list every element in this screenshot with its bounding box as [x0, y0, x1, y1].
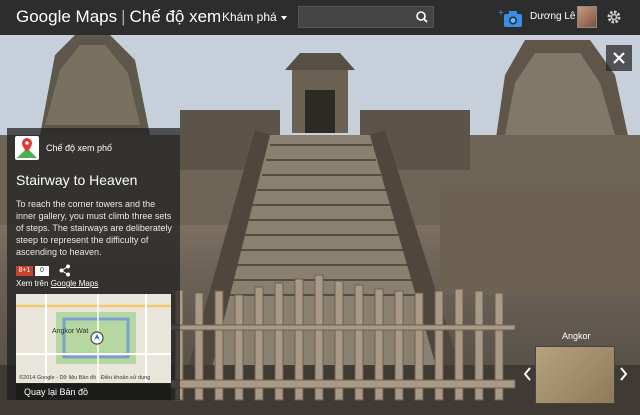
- thumbnail-label: Angkor: [562, 331, 591, 341]
- place-description: To reach the corner towers and the inner…: [16, 199, 172, 257]
- share-button[interactable]: [59, 264, 71, 277]
- place-title: Stairway to Heaven: [16, 172, 138, 188]
- user-name[interactable]: Dương Lê: [530, 11, 576, 22]
- mini-map[interactable]: Angkor Wat ©2014 Google - Dữ liệu Bản đồ…: [16, 294, 171, 383]
- view-on-prefix: Xem trên: [16, 279, 49, 288]
- close-button[interactable]: [606, 45, 632, 71]
- mini-map-graphic: [16, 294, 171, 383]
- next-thumbnail-button[interactable]: [619, 366, 629, 382]
- info-panel: Chế độ xem phố Stairway to Heaven To rea…: [7, 128, 180, 400]
- view-mode-label: Chế độ xem: [129, 7, 222, 26]
- explore-label: Khám phá: [222, 10, 277, 24]
- google-maps-link[interactable]: Google Maps: [51, 279, 99, 288]
- share-icon: [59, 264, 70, 277]
- gplus-button[interactable]: 8+1: [16, 266, 33, 276]
- add-photo-icon: +: [498, 8, 522, 27]
- map-place-label: Angkor Wat: [52, 328, 89, 335]
- view-on-google-maps: Xem trên Google Maps: [16, 279, 98, 288]
- explore-menu[interactable]: Khám phá: [222, 10, 287, 24]
- logo-separator: |: [121, 7, 126, 26]
- settings-button[interactable]: [606, 9, 622, 25]
- search-icon: [416, 11, 428, 23]
- prev-thumbnail-button[interactable]: [522, 366, 532, 382]
- search-box: [298, 6, 434, 28]
- map-terms-link[interactable]: Điều khoản sử dụng: [101, 375, 151, 381]
- chevron-left-icon: [523, 367, 531, 381]
- back-to-map-button[interactable]: Quay lại Bản đồ: [16, 384, 171, 400]
- street-view-mode-label: Chế độ xem phố: [46, 143, 113, 153]
- svg-text:+: +: [498, 8, 504, 19]
- app-name: Google Maps: [16, 7, 118, 26]
- avatar[interactable]: [577, 6, 597, 28]
- add-photo-button[interactable]: +: [498, 7, 524, 29]
- chevron-down-icon: [280, 15, 287, 20]
- gear-icon: [607, 10, 621, 24]
- search-button[interactable]: [411, 7, 433, 27]
- app-logo[interactable]: Google Maps | Chế độ xem: [16, 7, 221, 27]
- street-view-app: Google Maps | Chế độ xem Khám phá + Dươn…: [0, 0, 640, 415]
- map-attribution: ©2014 Google - Dữ liệu Bản đồ Điều khoản…: [16, 375, 171, 381]
- map-copyright: ©2014 Google - Dữ liệu Bản đồ: [19, 375, 97, 381]
- street-view-icon: [15, 136, 39, 160]
- chevron-right-icon: [620, 367, 628, 381]
- thumbnail-image[interactable]: [535, 346, 615, 404]
- gplus-count: 0: [35, 266, 49, 276]
- close-icon: [613, 52, 625, 64]
- search-input[interactable]: [299, 7, 411, 27]
- top-bar: Google Maps | Chế độ xem Khám phá + Dươn…: [0, 0, 640, 35]
